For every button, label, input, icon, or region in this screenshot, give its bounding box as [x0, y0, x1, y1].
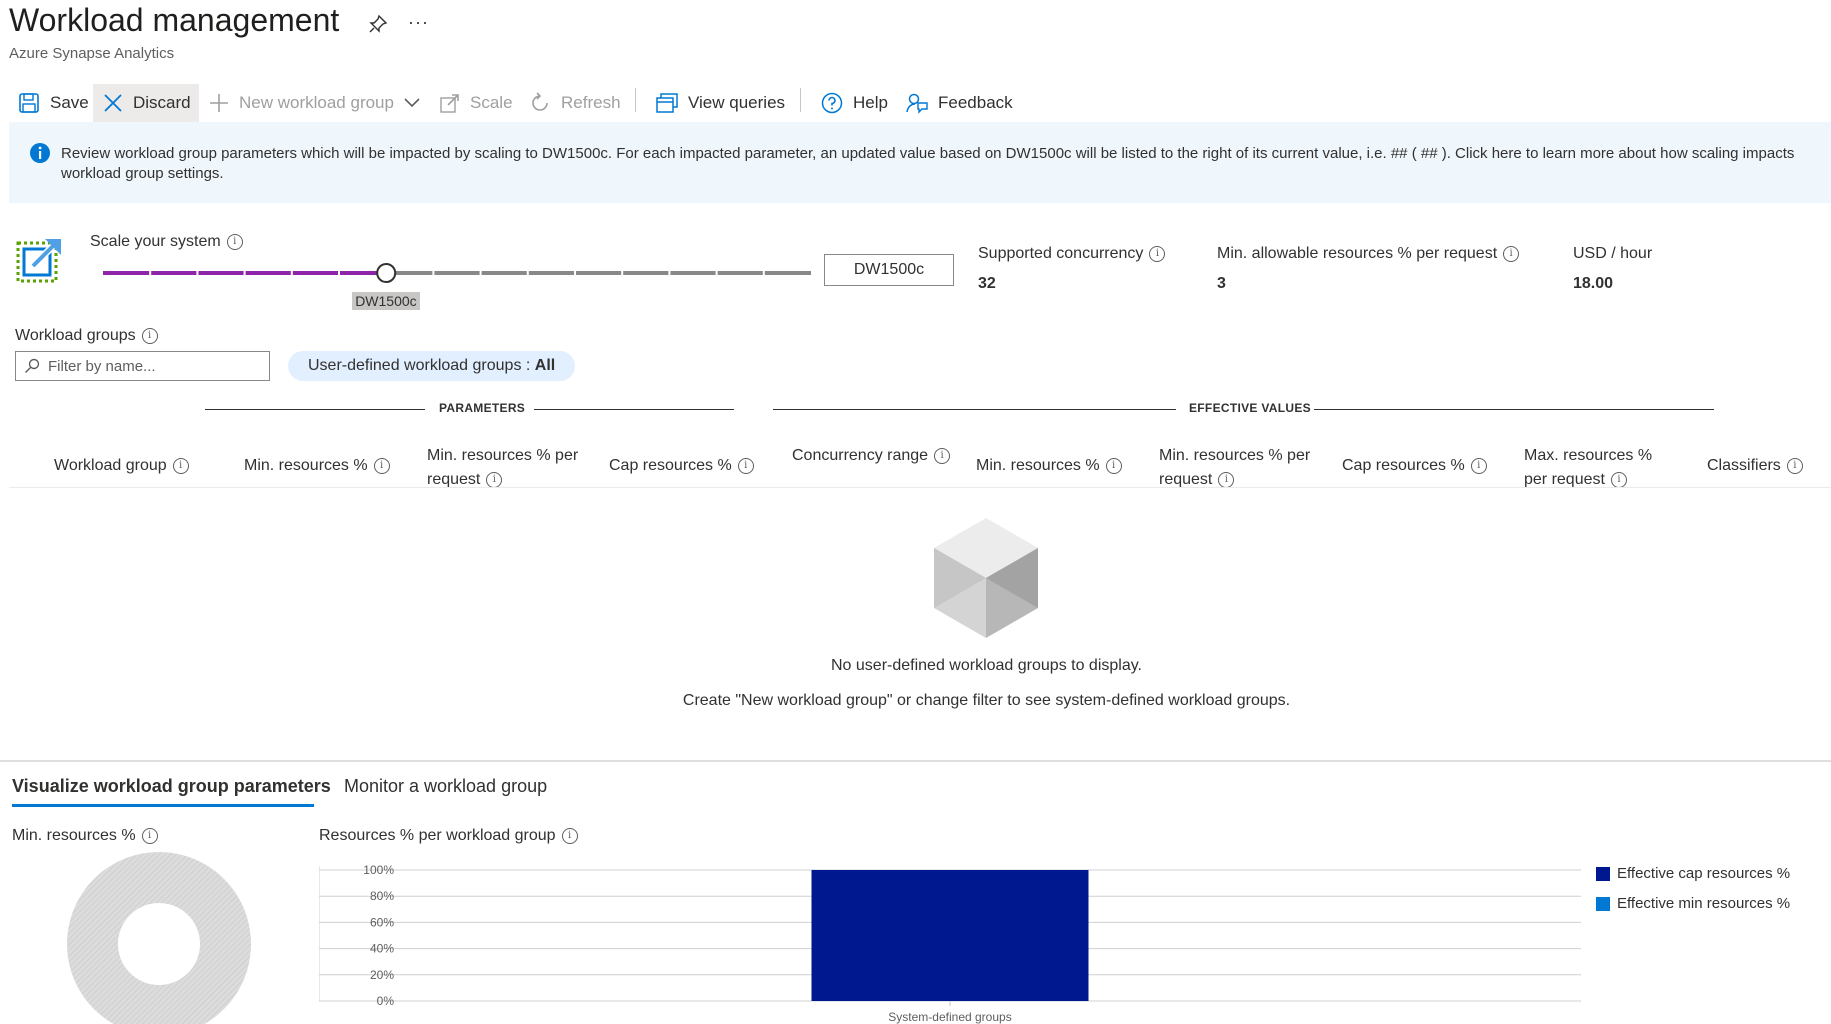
empty-state-message: No user-defined workload groups to displ…: [831, 657, 1142, 674]
divider: [534, 409, 734, 410]
sku-input[interactable]: DW1500c: [824, 254, 954, 286]
y-tick-label: 20%: [370, 968, 394, 982]
more-options-icon[interactable]: ···: [408, 12, 429, 33]
close-icon: [103, 93, 123, 113]
info-icon: [29, 142, 51, 164]
slider-tooltip: DW1500c: [352, 292, 420, 310]
column-header-cap-resources[interactable]: Cap resources % i: [609, 454, 754, 478]
legend-swatch: [1596, 866, 1610, 881]
feedback-button[interactable]: Feedback: [906, 84, 1013, 122]
filter-input[interactable]: [46, 356, 250, 376]
min-allowable-value: 3: [1217, 275, 1226, 292]
column-header-min-resources[interactable]: Min. resources % i: [244, 454, 390, 478]
legend-swatch: [1596, 896, 1610, 911]
min-resources-donut-chart: [66, 851, 252, 1024]
workload-groups-label: Workload groups i: [15, 327, 158, 345]
info-icon[interactable]: i: [737, 457, 754, 474]
scale-icon: [440, 93, 460, 113]
donut-chart-label: Min. resources % i: [12, 827, 158, 845]
resources-bar-chart: 0% 20% 40% 60% 80% 100% System-defined groups: [319, 858, 1584, 1024]
effective-values-group-label: EFFECTIVE VALUES: [1189, 401, 1311, 415]
divider: [1314, 409, 1714, 410]
usd-hour-label: USD / hour: [1573, 245, 1653, 262]
column-header-workload-group[interactable]: Workload group i: [54, 454, 189, 478]
y-tick-label: 100%: [363, 863, 394, 877]
filter-field[interactable]: [15, 351, 270, 381]
info-icon[interactable]: i: [141, 327, 158, 344]
section-divider: [0, 760, 1831, 762]
x-tick-label: System-defined groups: [888, 1010, 1011, 1024]
column-header-effective-cap-resources[interactable]: Cap resources % i: [1342, 454, 1487, 478]
info-icon[interactable]: i: [373, 457, 390, 474]
y-tick-label: 80%: [370, 889, 394, 903]
divider: [773, 409, 1176, 410]
tab-visualize-parameters[interactable]: Visualize workload group parameters: [12, 776, 331, 797]
view-queries-icon: [656, 92, 678, 114]
column-header-effective-min-resources[interactable]: Min. resources % i: [976, 454, 1122, 478]
refresh-button[interactable]: Refresh: [529, 84, 621, 122]
view-queries-button[interactable]: View queries: [656, 84, 785, 122]
pin-icon[interactable]: [368, 14, 388, 34]
scale-slider[interactable]: [100, 262, 814, 284]
y-tick-label: 0%: [377, 994, 395, 1008]
feedback-icon: [906, 92, 928, 114]
info-icon[interactable]: i: [486, 471, 503, 488]
save-button[interactable]: Save: [12, 84, 95, 122]
bar-chart-label: Resources % per workload group i: [319, 827, 578, 845]
info-icon[interactable]: i: [1149, 245, 1166, 262]
discard-button[interactable]: Discard: [93, 84, 199, 122]
info-icon[interactable]: i: [141, 827, 158, 844]
info-icon[interactable]: i: [1105, 457, 1122, 474]
legend-item-min[interactable]: Effective min resources %: [1596, 895, 1790, 912]
help-icon: [821, 92, 843, 114]
add-icon: [209, 93, 229, 113]
column-header-concurrency-range[interactable]: Concurrency range i: [792, 444, 952, 468]
scale-system-icon: [15, 235, 65, 285]
info-icon[interactable]: i: [172, 457, 189, 474]
info-icon[interactable]: i: [1503, 245, 1520, 262]
workload-groups-filter-pill[interactable]: User-defined workload groups : All: [288, 351, 576, 381]
column-header-min-resources-per-request[interactable]: Min. resources % per request i: [427, 444, 597, 492]
column-header-max-resources-per-request[interactable]: Max. resources % per request i: [1524, 444, 1674, 492]
page-title: Workload management: [9, 2, 340, 38]
refresh-icon: [529, 92, 551, 114]
y-tick-label: 40%: [370, 942, 394, 956]
active-tab-indicator: [12, 804, 314, 807]
toolbar-separator: [800, 88, 801, 112]
new-workload-group-button[interactable]: New workload group: [209, 84, 420, 122]
legend-item-cap[interactable]: Effective cap resources %: [1596, 865, 1790, 882]
search-icon: [24, 358, 40, 374]
info-icon[interactable]: i: [1470, 457, 1487, 474]
divider: [9, 487, 1831, 488]
y-tick-label: 60%: [370, 915, 394, 929]
parameters-group-label: PARAMETERS: [439, 401, 526, 415]
chevron-down-icon: [404, 98, 420, 108]
usd-hour-value: 18.00: [1573, 275, 1614, 292]
info-icon[interactable]: i: [934, 447, 951, 464]
slider-thumb: [376, 263, 397, 283]
bar-effective-cap: [811, 870, 1089, 1001]
tab-monitor-workload-group[interactable]: Monitor a workload group: [344, 776, 547, 797]
page-subtitle: Azure Synapse Analytics: [9, 45, 175, 62]
supported-concurrency-label: Supported concurrency i: [978, 245, 1166, 263]
info-banner-text[interactable]: Review workload group parameters which w…: [61, 144, 1826, 184]
supported-concurrency-value: 32: [978, 275, 996, 292]
info-icon[interactable]: i: [226, 233, 243, 250]
column-header-effective-min-resources-per-request[interactable]: Min. resources % per request i: [1159, 444, 1329, 492]
column-header-classifiers[interactable]: Classifiers i: [1707, 454, 1803, 478]
divider: [205, 409, 425, 410]
toolbar-separator: [635, 88, 636, 112]
empty-state-hint: Create "New workload group" or change fi…: [682, 692, 1291, 709]
info-icon[interactable]: i: [1786, 457, 1803, 474]
info-icon[interactable]: i: [1218, 471, 1235, 488]
help-button[interactable]: Help: [821, 84, 888, 122]
save-icon: [18, 92, 40, 114]
info-icon[interactable]: i: [1610, 471, 1627, 488]
info-icon[interactable]: i: [561, 827, 578, 844]
empty-state-cube-icon: [932, 516, 1040, 640]
donut-slice: [67, 852, 251, 1024]
scale-button[interactable]: Scale: [440, 84, 513, 122]
min-allowable-label: Min. allowable resources % per request i: [1217, 245, 1520, 263]
scale-system-label: Scale your system i: [90, 233, 243, 251]
